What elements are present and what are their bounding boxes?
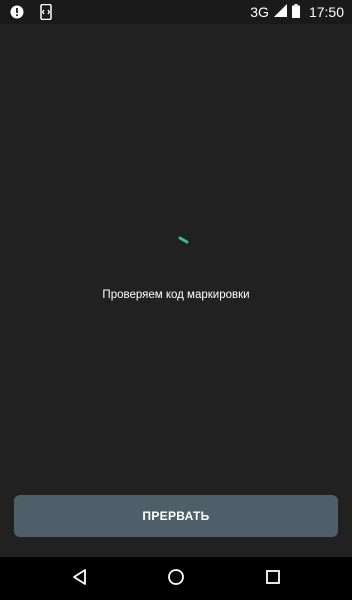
status-bar-right: 3G 17:50: [250, 3, 344, 21]
battery-icon: [291, 3, 300, 21]
navigation-bar: [0, 557, 352, 600]
recents-icon: [265, 569, 281, 590]
status-text: Проверяем код маркировки: [102, 289, 250, 301]
recents-button[interactable]: [259, 565, 287, 593]
phone-sync-icon: [40, 3, 52, 23]
home-icon: [167, 568, 185, 591]
back-icon: [71, 568, 89, 591]
loading-spinner: [170, 230, 194, 254]
alert-circle-icon: [10, 5, 24, 22]
screen: 3G 17:50 Проверяем код маркировки ПРЕРВА…: [0, 0, 352, 600]
back-button[interactable]: [66, 565, 94, 593]
abort-button-label: ПРЕРВАТЬ: [142, 509, 210, 523]
network-type: 3G: [250, 4, 269, 20]
clock: 17:50: [308, 4, 344, 20]
abort-button[interactable]: ПРЕРВАТЬ: [14, 495, 338, 537]
home-button[interactable]: [162, 565, 190, 593]
signal-icon: [273, 4, 287, 20]
status-bar: 3G 17:50: [0, 0, 352, 24]
status-bar-left: [10, 3, 52, 23]
